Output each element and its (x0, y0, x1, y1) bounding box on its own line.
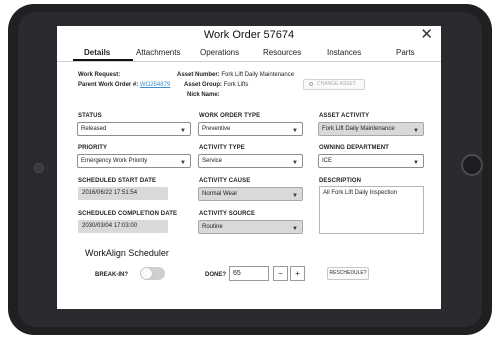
tab-attachments[interactable]: Attachments (136, 48, 180, 57)
active-tab-indicator (73, 59, 133, 61)
scheduler-title: WorkAlign Scheduler (85, 248, 169, 258)
asset-activity-label: ASSET ACTIVITY (319, 113, 370, 119)
activity-source-select[interactable]: Routine ▼ (198, 220, 303, 234)
owning-department-select[interactable]: ICE ▼ (318, 154, 424, 168)
asset-group: Asset Group: Fork Lifts (184, 82, 248, 88)
owning-department-label: OWNING DEPARTMENT (319, 145, 389, 151)
scheduled-start-label: SCHEDULED START DATE (78, 178, 157, 184)
done-input[interactable]: 65 (229, 266, 269, 281)
search-icon (309, 81, 313, 86)
work-order-type-value: Preventive (202, 126, 231, 132)
change-asset-button[interactable]: CHANGE ASSET (303, 79, 365, 90)
priority-value: Emergency Work Priority (81, 158, 148, 164)
chevron-down-icon: ▼ (413, 128, 419, 134)
tab-parts[interactable]: Parts (396, 48, 415, 57)
home-button[interactable] (461, 154, 483, 176)
nick-name-label: Nick Name: (187, 92, 220, 98)
asset-number-label: Asset Number: (177, 72, 220, 78)
scheduled-completion-label: SCHEDULED COMPLETION DATE (78, 211, 178, 217)
tab-operations[interactable]: Operations (200, 48, 239, 57)
work-order-type-select[interactable]: Preventive ▼ (198, 122, 303, 136)
change-asset-label: CHANGE ASSET (317, 81, 356, 87)
status-value: Released (81, 126, 107, 132)
activity-cause-label: ACTIVITY CAUSE (199, 178, 251, 184)
chevron-down-icon: ▼ (292, 128, 298, 134)
description-textarea[interactable]: All Fork Lift Daily Inspection (319, 186, 424, 234)
activity-type-select[interactable]: Service ▼ (198, 154, 303, 168)
activity-source-value: Routine (202, 224, 223, 230)
camera-icon (34, 163, 44, 173)
tab-instances[interactable]: Instances (327, 48, 361, 57)
asset-number: Asset Number: Fork Lift Daily Maintenanc… (177, 72, 294, 78)
parent-work-order-link[interactable]: WO254879 (140, 82, 170, 88)
break-in-toggle[interactable] (140, 267, 165, 280)
chevron-down-icon: ▼ (292, 160, 298, 166)
chevron-down-icon: ▼ (413, 160, 419, 166)
status-label: STATUS (78, 113, 102, 119)
asset-activity-select[interactable]: Fork Lift Daily Maintenance ▼ (318, 122, 424, 136)
activity-source-label: ACTIVITY SOURCE (199, 211, 256, 217)
scheduled-completion-field[interactable]: 2030/03/04 17:03:00 (78, 220, 168, 233)
tab-bar: Details Attachments Operations Resources… (57, 47, 441, 62)
description-label: DESCRIPTION (319, 178, 362, 184)
increment-button[interactable]: + (290, 266, 305, 281)
done-label: DONE? (205, 272, 226, 278)
chevron-down-icon: ▼ (180, 128, 186, 134)
parent-work-order: Parent Work Order #: WO254879 (78, 82, 170, 88)
title-bar: Work Order 57674 ✕ (57, 26, 441, 46)
priority-label: PRIORITY (78, 145, 108, 151)
close-icon[interactable]: ✕ (420, 27, 433, 43)
status-select[interactable]: Released ▼ (77, 122, 191, 136)
chevron-down-icon: ▼ (292, 193, 298, 199)
toggle-knob (141, 268, 152, 279)
scheduled-start-field[interactable]: 2016/06/22 17:51:54 (78, 187, 168, 200)
activity-cause-select[interactable]: Normal Wear ▼ (198, 187, 303, 201)
work-order-screen: Work Order 57674 ✕ Details Attachments O… (57, 26, 441, 309)
activity-type-value: Service (202, 158, 223, 164)
reschedule-button[interactable]: RESCHEDULE? (327, 267, 369, 280)
asset-number-value: Fork Lift Daily Maintenance (221, 72, 295, 78)
parent-work-order-label: Parent Work Order #: (78, 82, 139, 88)
priority-select[interactable]: Emergency Work Priority ▼ (77, 154, 191, 168)
tab-resources[interactable]: Resources (263, 48, 301, 57)
asset-group-label: Asset Group: (184, 82, 223, 88)
page-title: Work Order 57674 (203, 29, 295, 41)
work-request-label: Work Request: (78, 72, 121, 78)
asset-group-value: Fork Lifts (223, 82, 249, 88)
tab-details[interactable]: Details (84, 48, 110, 57)
chevron-down-icon: ▼ (180, 160, 186, 166)
chevron-down-icon: ▼ (292, 226, 298, 232)
work-order-type-label: WORK ORDER TYPE (199, 113, 261, 119)
activity-type-label: ACTIVITY TYPE (199, 145, 245, 151)
break-in-label: BREAK-IN? (95, 272, 128, 278)
asset-activity-value: Fork Lift Daily Maintenance (322, 126, 395, 132)
activity-cause-value: Normal Wear (202, 191, 238, 197)
decrement-button[interactable]: − (273, 266, 288, 281)
owning-department-value: ICE (322, 158, 333, 164)
